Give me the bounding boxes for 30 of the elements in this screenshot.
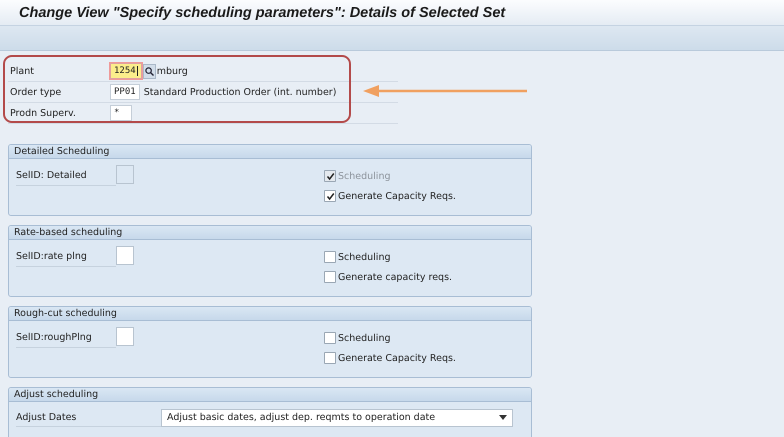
checkbox-label: Generate Capacity Reqs. xyxy=(338,190,456,202)
checkbox[interactable] xyxy=(324,352,336,364)
window-title: Change View "Specify scheduling parameters": Details of Selected Set xyxy=(19,4,506,20)
search-button[interactable] xyxy=(142,64,156,78)
field-label: Order type xyxy=(9,86,62,98)
group-title: Detailed Scheduling xyxy=(14,146,110,157)
arrow-icon xyxy=(363,85,529,97)
checkbox[interactable] xyxy=(324,251,336,263)
group-title: Adjust scheduling xyxy=(14,389,98,400)
input-field[interactable]: 1254 xyxy=(110,63,142,79)
checkbox-label: Generate capacity reqs. xyxy=(338,272,452,282)
field-description: Standard Production Order (int. number) xyxy=(142,86,336,98)
input-field[interactable] xyxy=(116,327,134,346)
checkbox-label: Scheduling xyxy=(338,252,391,262)
checkbox[interactable] xyxy=(324,190,336,202)
field-label: Prodn Superv. xyxy=(9,108,77,118)
field-label: Plant xyxy=(9,66,35,76)
dropdown[interactable]: Adjust basic dates, adjust dep. reqmts to operation date xyxy=(161,408,513,426)
input-field[interactable]: PP01 xyxy=(110,84,140,100)
caret-icon xyxy=(499,415,507,420)
checkbox[interactable] xyxy=(324,271,336,283)
checkbox[interactable] xyxy=(324,332,336,344)
input-field[interactable]: * xyxy=(110,105,132,121)
field-description: mburg xyxy=(156,66,188,76)
group-title: Rough-cut scheduling xyxy=(14,308,117,319)
checkbox-label: Scheduling xyxy=(338,170,391,182)
checkbox-label: Scheduling xyxy=(338,332,391,344)
group-title: Rate-based scheduling xyxy=(14,227,122,238)
input-field[interactable] xyxy=(116,246,134,265)
checkbox-label: Generate Capacity Reqs. xyxy=(338,352,456,364)
